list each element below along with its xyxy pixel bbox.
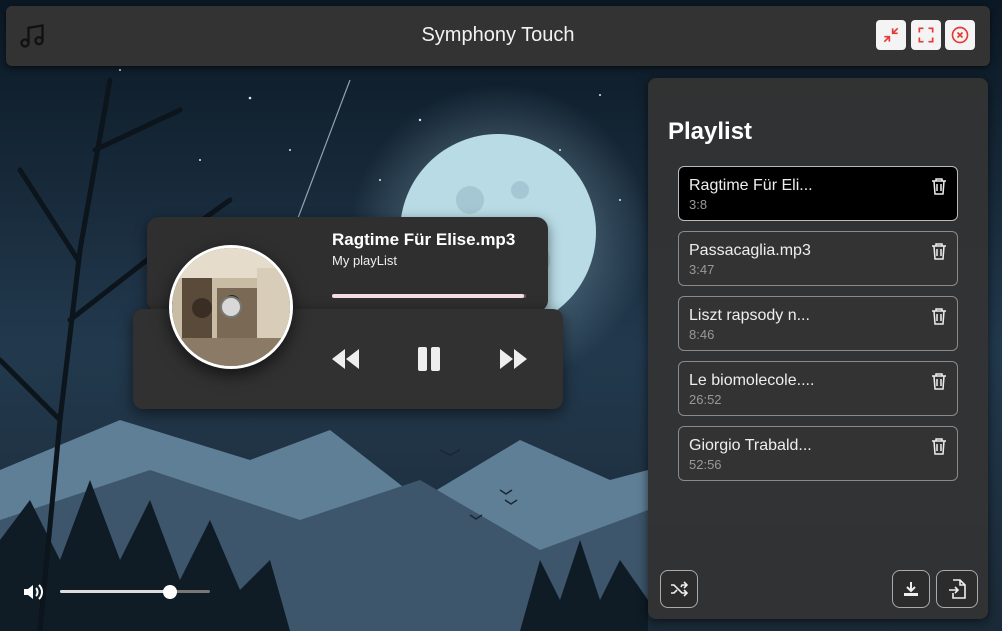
playlist-item-duration: 8:46: [689, 327, 715, 342]
playlist-item[interactable]: Le biomolecole.... 26:52: [678, 361, 958, 416]
fullscreen-icon: [918, 27, 934, 43]
fullscreen-button[interactable]: [911, 20, 941, 50]
progress-bar[interactable]: [332, 294, 526, 298]
playlist-item-name: Liszt rapsody n...: [689, 307, 810, 324]
volume-icon[interactable]: [22, 582, 46, 602]
trash-icon[interactable]: [931, 307, 947, 325]
volume-fill: [60, 590, 170, 593]
playlist-item[interactable]: Passacaglia.mp3 3:47: [678, 231, 958, 286]
download-icon: [904, 582, 918, 596]
volume-slider-thumb[interactable]: [162, 585, 177, 599]
playlist-item-name: Le biomolecole....: [689, 372, 815, 389]
title-bar: Symphony Touch: [6, 6, 990, 66]
playlist-item-duration: 26:52: [689, 392, 722, 407]
trash-icon[interactable]: [931, 372, 947, 390]
playlist-item-name: Passacaglia.mp3: [689, 242, 811, 259]
trash-icon[interactable]: [931, 177, 947, 195]
shuffle-button[interactable]: [660, 570, 698, 608]
fast-forward-icon: [500, 349, 527, 369]
pause-button[interactable]: [413, 343, 445, 375]
track-title: Ragtime Für Elise.mp3: [332, 230, 516, 249]
compress-icon: [883, 27, 899, 43]
playlist-item-duration: 52:56: [689, 457, 722, 472]
playlist-heading: Playlist: [668, 118, 753, 145]
rewind-button[interactable]: [330, 343, 362, 375]
playlist-item-name: Giorgio Trabald...: [689, 437, 812, 454]
import-file-button[interactable]: [936, 570, 978, 608]
close-circle-icon: [951, 26, 969, 44]
playlist-item-duration: 3:8: [689, 197, 708, 212]
playlist-item[interactable]: Ragtime Für Eli... 3:8: [678, 166, 958, 221]
playlist-panel: Playlist Ragtime Für Eli... 3:8 Passacag…: [648, 78, 988, 619]
pause-icon: [418, 347, 440, 371]
playlist-item-duration: 3:47: [689, 262, 715, 277]
minimize-button[interactable]: [876, 20, 906, 50]
trash-icon[interactable]: [931, 242, 947, 260]
rewind-icon: [332, 349, 359, 369]
download-button[interactable]: [892, 570, 930, 608]
track-playlist-name: My playList: [332, 253, 398, 268]
playlist-item[interactable]: Liszt rapsody n... 8:46: [678, 296, 958, 351]
playlist-item[interactable]: Giorgio Trabald... 52:56: [678, 426, 958, 481]
album-art-center: [220, 296, 242, 318]
fast-forward-button[interactable]: [497, 343, 529, 375]
close-button[interactable]: [945, 20, 975, 50]
playlist-item-name: Ragtime Für Eli...: [689, 177, 813, 194]
shuffle-icon: [671, 581, 688, 597]
volume-slider[interactable]: [60, 590, 210, 593]
trash-icon[interactable]: [931, 437, 947, 455]
file-import-icon: [949, 579, 966, 599]
progress-fill: [332, 294, 525, 298]
app-title: Symphony Touch: [421, 24, 575, 46]
